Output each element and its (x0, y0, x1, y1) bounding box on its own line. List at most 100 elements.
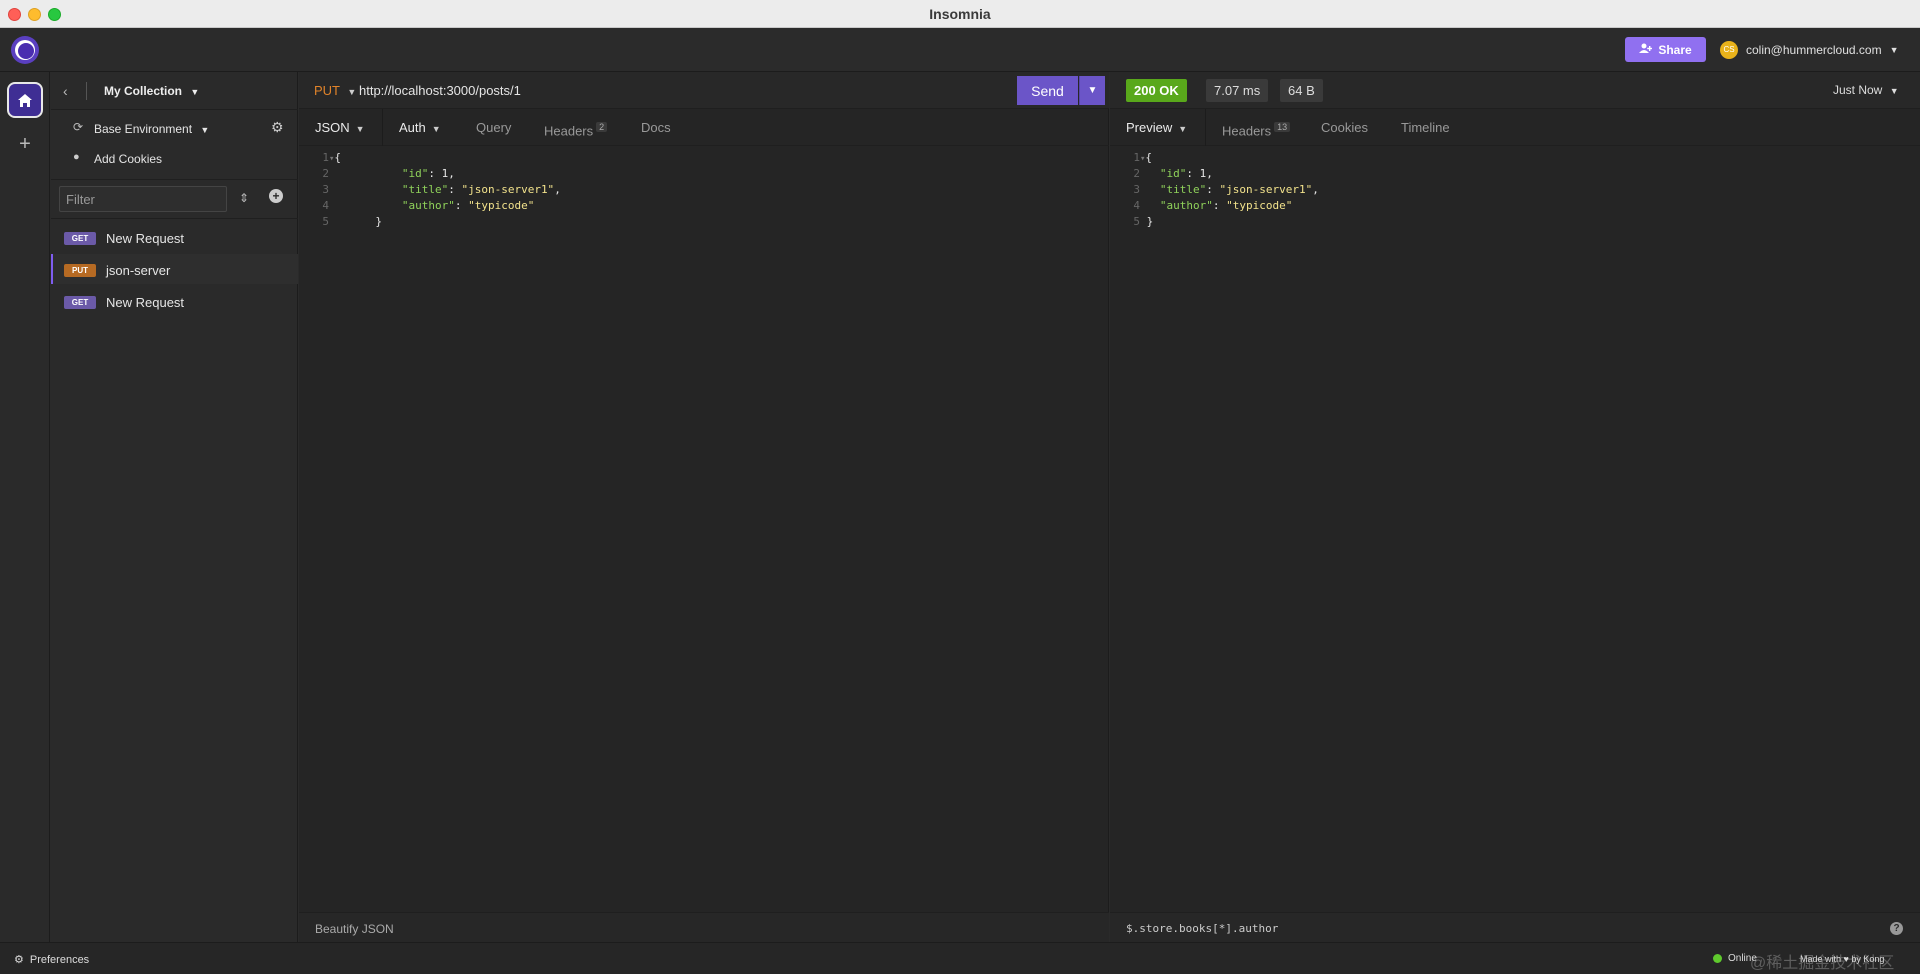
help-icon[interactable]: ? (1890, 922, 1903, 935)
back-arrow-icon[interactable]: ‹ (63, 83, 68, 99)
add-request-icon[interactable]: + (269, 189, 283, 203)
request-body-editor[interactable]: 1▾{ 2 "id": 1, 3 "title": "json-server1"… (299, 150, 561, 230)
app-header: Share CS colin@hummercloud.com ▼ (0, 28, 1920, 72)
code-text: } (375, 215, 382, 228)
tab-query[interactable]: Query (476, 109, 511, 146)
line-number: 1 (1133, 151, 1140, 164)
add-cookies-button[interactable]: ● Add Cookies (51, 146, 298, 170)
tab-body-label: JSON (315, 120, 350, 135)
environment-selector[interactable]: ⟳ Base Environment ▼ ⚙ (51, 116, 298, 140)
filter-bar: ⇕ + (51, 179, 298, 219)
tab-headers[interactable]: Headers 2 (544, 109, 608, 146)
home-button[interactable] (7, 82, 43, 118)
method-badge: GET (64, 296, 96, 309)
send-button[interactable]: Send (1017, 76, 1078, 105)
history-dropdown[interactable]: Just Now ▼ (1833, 83, 1899, 97)
chevron-down-icon: ▼ (431, 124, 441, 134)
method-badge: GET (64, 232, 96, 245)
tab-timeline[interactable]: Timeline (1401, 109, 1450, 146)
response-pane: 200 OK 7.07 ms 64 B Just Now ▼ Preview ▼ … (1110, 72, 1920, 942)
user-email: colin@hummercloud.com (1746, 42, 1882, 57)
jsonpath-filter-input[interactable]: $.store.books[*].author (1126, 922, 1278, 935)
divider (86, 82, 87, 100)
share-button[interactable]: Share (1625, 37, 1706, 62)
tab-cookies[interactable]: Cookies (1321, 109, 1368, 146)
tab-auth-label: Auth (399, 120, 426, 135)
send-options-chevron-icon[interactable]: ▼ (1079, 76, 1105, 105)
request-name: New Request (106, 295, 185, 310)
json-key: "author" (1159, 199, 1213, 212)
code-line: 1▾{ (1110, 150, 1319, 166)
code-line: 3 "title": "json-server1", (1110, 182, 1319, 198)
line-number: 2 (1133, 167, 1140, 180)
line-number: 5 (322, 215, 329, 228)
collection-dropdown[interactable]: My Collection ▼ (104, 84, 199, 98)
chevron-down-icon: ▼ (347, 87, 357, 97)
beautify-json-button[interactable]: Beautify JSON (315, 922, 394, 936)
left-rail: + (0, 72, 50, 942)
json-key: "id" (1159, 167, 1187, 180)
response-footer: $.store.books[*].author ? (1110, 912, 1920, 942)
line-number: 1 (322, 151, 329, 164)
home-icon (18, 93, 32, 107)
sidebar-header: ‹ My Collection ▼ (51, 72, 298, 110)
url-input[interactable]: http://localhost:3000/posts/1 (359, 83, 521, 98)
response-preview[interactable]: 1▾{ 2 "id": 1, 3 "title": "json-server1"… (1110, 150, 1319, 230)
sidebar: ‹ My Collection ▼ ⟳ Base Environment ▼ ⚙… (51, 72, 298, 942)
window-titlebar: Insomnia (0, 0, 1920, 28)
tab-auth[interactable]: Auth ▼ (399, 109, 441, 146)
sort-icon[interactable]: ⇕ (239, 191, 249, 205)
json-comma: , (448, 167, 455, 180)
line-number: 5 (1133, 215, 1140, 228)
cookie-icon: ● (73, 151, 80, 163)
tab-docs[interactable]: Docs (641, 109, 671, 146)
user-menu[interactable]: CS colin@hummercloud.com ▼ (1720, 37, 1898, 62)
code-line: 2 "id": 1, (299, 166, 561, 182)
insomnia-logo-icon[interactable] (11, 36, 39, 64)
tab-headers[interactable]: Headers 13 (1222, 109, 1291, 146)
json-key: "id" (401, 167, 429, 180)
preferences-label: Preferences (29, 954, 90, 966)
response-size-badge: 64 B (1280, 79, 1323, 102)
method-select[interactable]: PUT ▼ (314, 83, 356, 98)
line-number: 4 (322, 199, 329, 212)
code-line: 5 } (299, 214, 561, 230)
request-item[interactable]: GET New Request (51, 286, 298, 316)
environment-label: Base Environment (94, 122, 193, 136)
code-line: 3 "title": "json-server1", (299, 182, 561, 198)
share-label: Share (1658, 42, 1692, 57)
line-number: 2 (322, 167, 329, 180)
method-label: PUT (314, 83, 340, 98)
status-badge: 200 OK (1126, 79, 1187, 102)
json-key: "title" (401, 183, 449, 196)
gear-icon[interactable]: ⚙ (271, 119, 284, 136)
json-comma: , (1312, 183, 1319, 196)
request-name: json-server (106, 263, 171, 278)
response-header: 200 OK 7.07 ms 64 B Just Now ▼ (1110, 72, 1920, 109)
json-key: "author" (401, 199, 455, 212)
made-with-kong-link[interactable]: Made with ♥ by Kong (1800, 954, 1884, 964)
chevron-down-icon: ▼ (1889, 44, 1899, 55)
tab-preview[interactable]: Preview ▼ (1126, 109, 1187, 146)
json-comma: , (554, 183, 561, 196)
request-item[interactable]: GET New Request (51, 222, 298, 252)
tab-body[interactable]: JSON ▼ (315, 109, 365, 146)
chevron-down-icon: ▼ (1889, 86, 1899, 96)
json-comma: , (1206, 167, 1213, 180)
refresh-icon: ⟳ (73, 120, 84, 134)
tab-divider (1205, 109, 1206, 146)
request-item[interactable]: PUT json-server (51, 254, 298, 284)
tab-headers-label: Headers (544, 123, 594, 139)
status-bar: ⚙ Preferences @稀土掘金技术社区 Online Made with … (0, 942, 1920, 974)
timestamp-label: Just Now (1833, 83, 1883, 97)
filter-input[interactable] (59, 186, 227, 212)
add-project-button[interactable]: + (15, 134, 35, 154)
add-user-icon (1639, 43, 1653, 57)
json-value: "typicode" (1226, 199, 1293, 212)
preferences-button[interactable]: ⚙ Preferences (14, 953, 89, 966)
code-text: } (1146, 215, 1154, 228)
code-line: 1▾{ (299, 150, 561, 166)
add-cookies-label: Add Cookies (94, 152, 163, 166)
line-number: 4 (1133, 199, 1140, 212)
code-line: 4 "author": "typicode" (1110, 198, 1319, 214)
